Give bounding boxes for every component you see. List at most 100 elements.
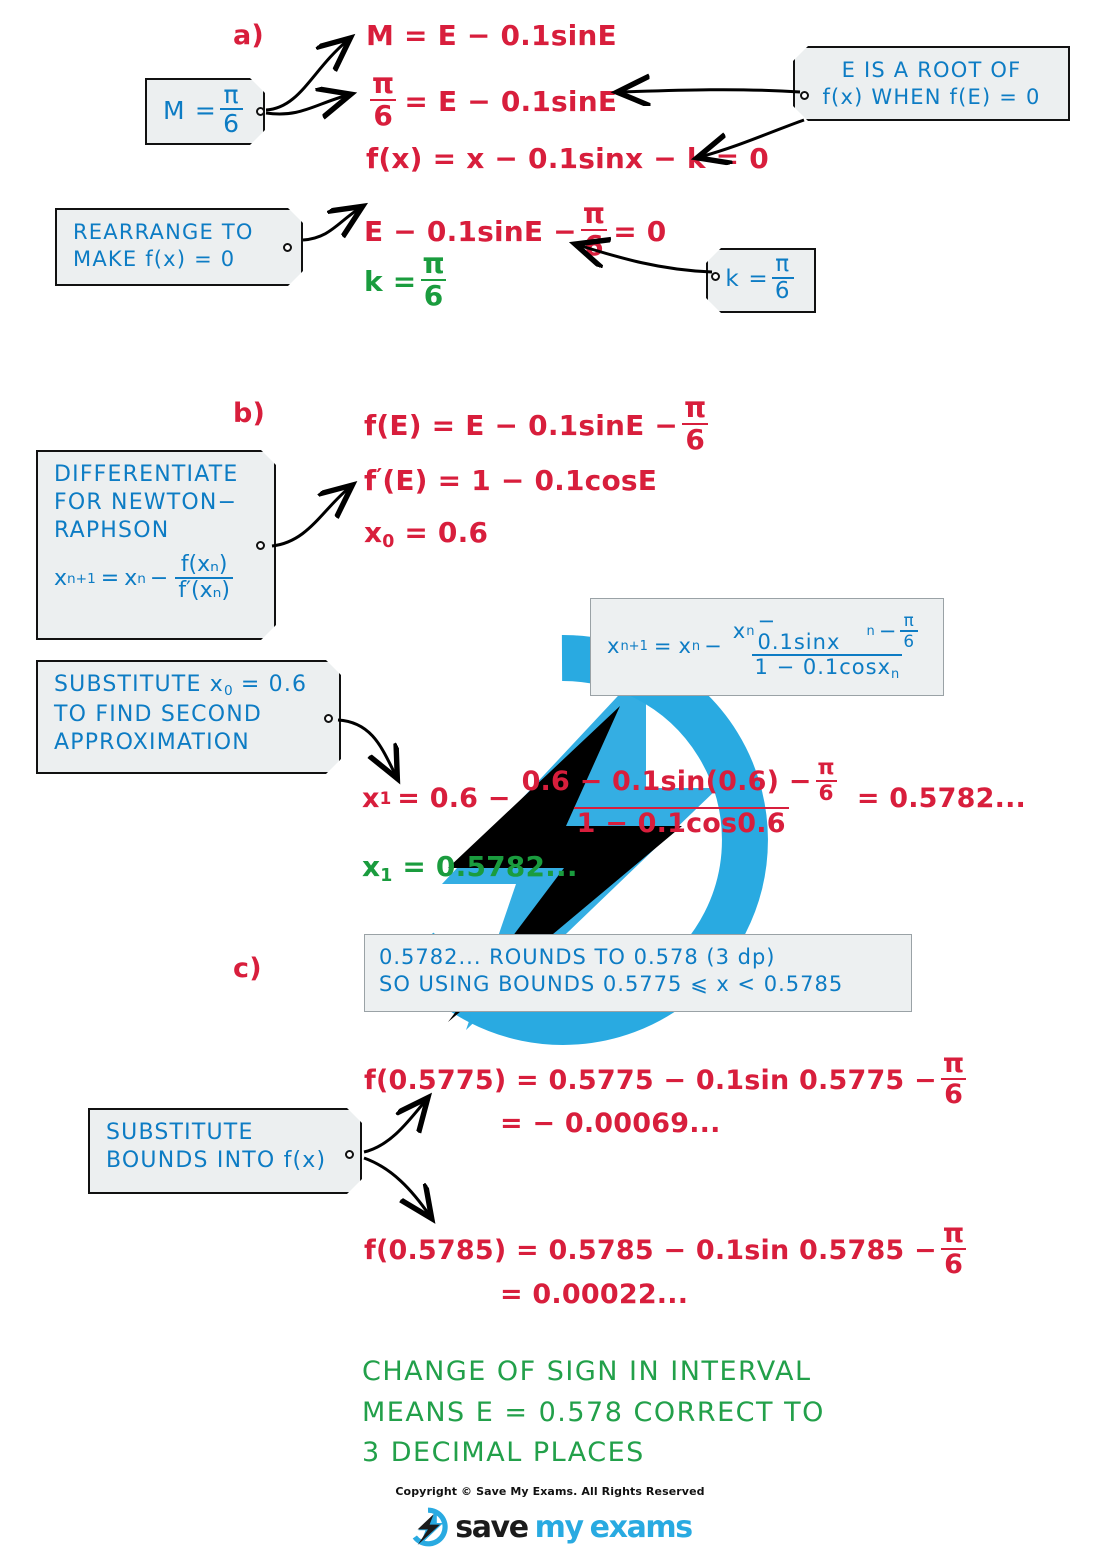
equation-a-2: π 6 = E − 0.1sinE	[366, 70, 618, 132]
panel-nr-denominator: 1 − 0.1cosxn	[751, 653, 903, 682]
equation-c-upper-bound: f(0.5785) = 0.5785 − 0.1sin 0.5785 − π 6	[364, 1220, 970, 1280]
conclusion-line2: MEANS E = 0.578 CORRECT TO	[362, 1396, 825, 1428]
answer-x1-var: x	[362, 850, 381, 883]
panel-nr-lhs-sub: n+1	[620, 638, 648, 654]
answer-a-k-denominator: 6	[420, 279, 447, 310]
equation-a-2-denominator: 6	[370, 99, 397, 130]
callout-root-line2: f(x) WHEN f(E) = 0	[822, 84, 1041, 109]
callout-sub-line3: APPROXIMATION	[54, 729, 250, 755]
callout-diff-line3: RAPHSON	[54, 518, 170, 544]
conclusion-text: CHANGE OF SIGN IN INTERVAL MEANS E = 0.5…	[362, 1352, 825, 1474]
panel-nr-num-pi: π	[903, 610, 915, 630]
equation-a-2-numerator: π	[372, 67, 395, 101]
callout-e-is-a-root: E IS A ROOT OF f(x) WHEN f(E) = 0	[793, 46, 1070, 121]
callout-sub-line1-a: SUBSTITUTE x	[54, 672, 224, 697]
equation-c-lower-value: = − 0.00069...	[500, 1108, 721, 1139]
conclusion-line3: 3 DECIMAL PLACES	[362, 1437, 645, 1468]
answer-b-x1: x1 = 0.5782...	[362, 850, 578, 887]
callout-k-numerator: π	[775, 251, 791, 278]
panel-nr-den-sub: n	[891, 666, 900, 682]
logo-text-exams: exams	[589, 1509, 693, 1545]
equation-a-2-rhs: = E − 0.1sinE	[404, 85, 618, 119]
answer-x1-rest: = 0.5782...	[402, 850, 578, 883]
callout-substitute-bounds: SUBSTITUTE BOUNDS INTO f(x)	[88, 1108, 362, 1194]
callout-m-lhs: M =	[163, 95, 218, 125]
answer-a-k-lhs: k =	[364, 265, 417, 299]
equation-b-fE-lhs: f(E) = E − 0.1sinE −	[364, 409, 679, 443]
equation-x1-numerator: 0.6 − 0.1sin(0.6) − π 6	[519, 757, 844, 806]
arrow-tag-m-to-eq1	[265, 40, 348, 112]
panel-newton-raphson-formula: x n+1 = xn − xn − 0.1sinx n − π 6 1 − 0.1c…	[590, 598, 944, 696]
callout-diff-denominator: f′(xₙ)	[175, 577, 233, 602]
equation-x1-fraction: 0.6 − 0.1sin(0.6) − π 6 1 − 0.1cos0.6	[519, 757, 844, 837]
callout-rearrange-line1: REARRANGE TO	[73, 220, 254, 244]
callout-k-hole	[711, 272, 720, 281]
save-my-exams-logo: save my exams	[0, 1507, 1100, 1547]
logo-mark-icon	[412, 1507, 448, 1547]
equation-a-2-fraction: π 6	[369, 70, 397, 130]
equation-a-1: M = E − 0.1sinE	[366, 19, 617, 52]
callout-sub-line1-sub: 0	[223, 683, 233, 700]
equation-b-fprime: f′(E) = 1 − 0.1cosE	[364, 466, 657, 495]
panel-nr-num-a-sub: n	[746, 624, 755, 640]
callout-differentiate-hole	[256, 541, 265, 550]
equation-lower-denominator: 6	[941, 1078, 967, 1108]
callout-diff-eq: =	[100, 566, 120, 592]
callout-k-equals-pi-over-6: k = π 6	[706, 248, 816, 313]
equation-a-4-rhs: = 0	[613, 215, 667, 249]
callout-diff-lhs-sub: n+1	[67, 570, 96, 587]
equation-c-upper-value: = 0.00022...	[500, 1279, 689, 1310]
equation-b-x0-rest: = 0.6	[404, 516, 489, 549]
arrow-tag-rearrange-to-eq4	[302, 208, 360, 242]
answer-x1-sub: 1	[380, 866, 393, 887]
callout-diff-rhs-var: x	[124, 566, 138, 592]
arrow-tag-differentiate-to-fprime	[271, 487, 350, 548]
panel-nr-minus: −	[704, 634, 723, 659]
equation-x1-lhs-rest: = 0.6 −	[397, 782, 511, 814]
callout-m-denominator: 6	[220, 108, 243, 136]
equation-lower-fraction: π 6	[940, 1050, 968, 1108]
callout-bounds-line1: SUBSTITUTE	[106, 1120, 254, 1145]
equation-a-4-denominator: 6	[581, 229, 607, 260]
callout-sub-line2: TO FIND SECOND	[54, 701, 263, 727]
equation-x1-denominator: 1 − 0.1cos0.6	[573, 806, 789, 837]
callout-m-numerator: π	[223, 80, 240, 109]
logo-text-save: save	[455, 1509, 529, 1545]
callout-diff-line1: DIFFERENTIATE	[54, 462, 239, 487]
callout-sub-line1-b: = 0.6	[240, 672, 308, 697]
equation-x1-num-pi-den: 6	[815, 779, 837, 805]
panel-nr-fraction: xn − 0.1sinx n − π 6 1 − 0.1cosxn	[730, 608, 924, 682]
logo-text-my: my	[534, 1509, 584, 1545]
panel-nr-num-a: x	[732, 619, 747, 644]
equation-a-4-lhs: E − 0.1sinE −	[364, 215, 577, 249]
panel-bounds-line1: 0.5782... ROUNDS TO 0.578 (3 dp)	[379, 945, 776, 969]
callout-substitute-x0: SUBSTITUTE x0 = 0.6 TO FIND SECOND APPRO…	[36, 660, 341, 774]
equation-x1-sub: 1	[379, 788, 392, 809]
equation-a-4-numerator: π	[582, 197, 606, 231]
part-b-label: b)	[233, 398, 266, 429]
callout-k-fraction: π 6	[772, 253, 794, 303]
panel-nr-rhs-var: x	[678, 634, 692, 659]
callout-diff-rhs-sub: n	[137, 570, 146, 587]
equation-a-3: f(x) = x − 0.1sinx − k = 0	[366, 142, 769, 175]
panel-nr-num-b: − 0.1sinx	[757, 608, 841, 654]
equation-x1-num-pi-fraction: π 6	[815, 757, 838, 804]
equation-b-fE-fraction: π 6	[681, 394, 709, 454]
equation-upper-fraction: π 6	[940, 1220, 968, 1278]
callout-rearrange-hole	[283, 243, 292, 252]
equation-b-fprime-rest: (E) = 1 − 0.1cosE	[382, 464, 658, 497]
equation-x1-num-pi: π	[817, 755, 835, 781]
copyright-text: Copyright © Save My Exams. All Rights Re…	[395, 1485, 705, 1498]
panel-nr-den-text: 1 − 0.1cosx	[754, 654, 891, 679]
panel-bounds-line2: SO USING BOUNDS 0.5775 ⩽ x < 0.5785	[379, 972, 844, 997]
equation-x1-var: x	[362, 782, 380, 814]
equation-upper-denominator: 6	[941, 1248, 967, 1278]
callout-rearrange-line2: MAKE f(x) = 0	[73, 246, 236, 271]
equation-b-fE-numerator: π	[684, 391, 707, 425]
equation-upper-lhs: f(0.5785) = 0.5785 − 0.1sin 0.5785 −	[364, 1234, 937, 1266]
panel-nr-num-b-sub: n	[866, 624, 875, 640]
callout-diff-line2: FOR NEWTON−	[54, 490, 238, 516]
panel-nr-rhs-sub: n	[691, 638, 701, 654]
callout-m-fraction: π 6	[220, 82, 243, 136]
equation-b-fE-denominator: 6	[682, 423, 709, 454]
